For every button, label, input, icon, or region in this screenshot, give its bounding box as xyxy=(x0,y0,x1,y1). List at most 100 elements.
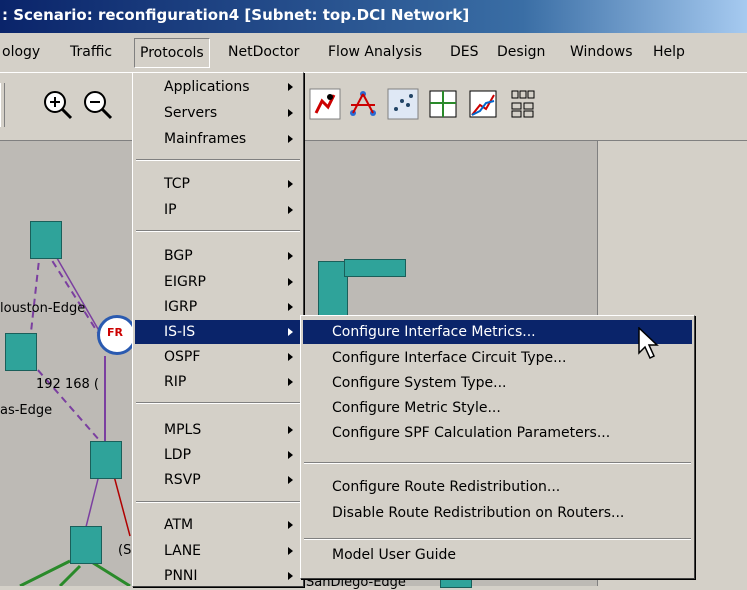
submenu-item-label: Configure SPF Calculation Parameters... xyxy=(332,425,611,441)
menu-item-label: OSPF xyxy=(164,349,201,365)
menu-item-label: ATM xyxy=(164,517,194,533)
menu-item-mainframes[interactable]: Mainframes xyxy=(135,127,301,151)
submenu-item-configure-interface-circuit-type[interactable]: Configure Interface Circuit Type... xyxy=(303,346,692,370)
menu-separator xyxy=(136,159,300,161)
submenu-arrow-icon xyxy=(288,521,293,529)
zoom-out-icon[interactable] xyxy=(80,87,114,121)
menu-item-lane[interactable]: LANE xyxy=(135,539,301,563)
submenu-item-configure-metric-style[interactable]: Configure Metric Style... xyxy=(303,396,692,420)
menu-item-tcp[interactable]: TCP xyxy=(135,172,301,196)
menu-item-label: IS-IS xyxy=(164,324,196,340)
submenu-item-configure-route-redistribution[interactable]: Configure Route Redistribution... xyxy=(303,475,692,499)
router-node[interactable] xyxy=(30,221,62,259)
submenu-arrow-icon xyxy=(288,303,293,311)
menu-design[interactable]: Design xyxy=(497,44,545,60)
frame-relay-icon[interactable]: FR xyxy=(97,315,137,355)
submenu-arrow-icon xyxy=(288,180,293,188)
submenu-item-disable-route-redistribution[interactable]: Disable Route Redistribution on Routers.… xyxy=(303,501,692,525)
menu-item-label: IGRP xyxy=(164,299,198,315)
menu-item-is-is[interactable]: IS-IS xyxy=(135,320,301,344)
menu-traffic[interactable]: Traffic xyxy=(70,44,112,60)
router-node[interactable] xyxy=(90,441,122,479)
menu-item-label: EIGRP xyxy=(164,274,206,290)
menu-item-igrp[interactable]: IGRP xyxy=(135,295,301,319)
menu-item-label: Servers xyxy=(164,105,218,121)
submenu-arrow-icon xyxy=(288,206,293,214)
menu-item-label: MPLS xyxy=(164,422,202,438)
menu-item-mpls[interactable]: MPLS xyxy=(135,418,301,442)
submenu-arrow-icon xyxy=(288,547,293,555)
menu-separator xyxy=(136,402,300,404)
submenu-item-configure-spf-calculation-parameters[interactable]: Configure SPF Calculation Parameters... xyxy=(303,421,692,445)
submenu-arrow-icon xyxy=(288,83,293,91)
menu-help[interactable]: Help xyxy=(653,44,685,60)
menu-item-rip[interactable]: RIP xyxy=(135,370,301,394)
zoom-in-icon[interactable] xyxy=(40,87,74,121)
submenu-item-label: Configure Metric Style... xyxy=(332,400,501,416)
menu-item-label: LANE xyxy=(164,543,202,559)
grid-view-icon[interactable] xyxy=(506,87,540,121)
menu-protocols[interactable]: Protocols xyxy=(134,38,210,68)
graph-icon[interactable] xyxy=(466,87,500,121)
menu-item-label: Applications xyxy=(164,79,250,95)
menu-separator xyxy=(136,501,300,503)
toolbar-grip xyxy=(0,83,5,127)
menu-item-label: RIP xyxy=(164,374,187,390)
menu-item-label: IP xyxy=(164,202,177,218)
run-simulation-icon[interactable] xyxy=(308,87,342,121)
menu-item-label: TCP xyxy=(164,176,190,192)
submenu-item-label: Configure Route Redistribution... xyxy=(332,479,561,495)
node-label-s: (S xyxy=(118,543,132,558)
menu-item-ldp[interactable]: LDP xyxy=(135,443,301,467)
submenu-item-label: Model User Guide xyxy=(332,547,456,563)
submenu-arrow-icon xyxy=(288,426,293,434)
toolbar xyxy=(0,72,747,141)
submenu-arrow-icon xyxy=(288,109,293,117)
statistics-icon[interactable] xyxy=(426,87,460,121)
submenu-item-configure-interface-metrics[interactable]: Configure Interface Metrics... xyxy=(303,320,692,344)
menu-item-label: BGP xyxy=(164,248,193,264)
menu-item-servers[interactable]: Servers xyxy=(135,101,301,125)
menu-item-ospf[interactable]: OSPF xyxy=(135,345,301,369)
title-bar: : Scenario: reconfiguration4 [Subnet: to… xyxy=(0,0,747,33)
menu-item-bgp[interactable]: BGP xyxy=(135,244,301,268)
mouse-cursor-icon xyxy=(638,327,659,360)
menu-item-rsvp[interactable]: RSVP xyxy=(135,468,301,492)
menu-des[interactable]: DES xyxy=(450,44,479,60)
menu-flow-analysis[interactable]: Flow Analysis xyxy=(328,44,422,60)
submenu-item-label: Configure Interface Circuit Type... xyxy=(332,350,567,366)
menu-item-ip[interactable]: IP xyxy=(135,198,301,222)
submenu-arrow-icon xyxy=(288,353,293,361)
menu-item-label: PNNI xyxy=(164,568,198,584)
menu-separator xyxy=(304,538,691,540)
router-node[interactable] xyxy=(5,333,37,371)
router-node[interactable] xyxy=(70,526,102,564)
menu-separator xyxy=(304,462,691,464)
protocols-menu: Applications Servers Mainframes TCP IP B… xyxy=(132,72,304,587)
link xyxy=(84,470,101,532)
link-green xyxy=(19,559,131,586)
submenu-item-label: Configure Interface Metrics... xyxy=(332,324,536,340)
menu-item-applications[interactable]: Applications xyxy=(135,75,301,99)
submenu-arrow-icon xyxy=(288,328,293,336)
submenu-arrow-icon xyxy=(288,252,293,260)
menu-windows[interactable]: Windows xyxy=(570,44,633,60)
link xyxy=(49,245,106,342)
menu-netdoctor[interactable]: NetDoctor xyxy=(228,44,299,60)
menu-item-atm[interactable]: ATM xyxy=(135,513,301,537)
routing-icon[interactable] xyxy=(346,87,380,121)
submenu-item-configure-system-type[interactable]: Configure System Type... xyxy=(303,371,692,395)
scatter-view-icon[interactable] xyxy=(386,87,420,121)
submenu-item-model-user-guide[interactable]: Model User Guide xyxy=(303,543,692,567)
menu-item-pnni[interactable]: PNNI xyxy=(135,564,301,588)
node-label-houston-edge: louston-Edge xyxy=(0,301,86,316)
link-dashed xyxy=(29,360,101,442)
menu-topology[interactable]: ology xyxy=(2,44,40,60)
menu-separator xyxy=(136,230,300,232)
frame-relay-label: FR xyxy=(107,326,123,339)
submenu-arrow-icon xyxy=(288,278,293,286)
menu-item-eigrp[interactable]: EIGRP xyxy=(135,270,301,294)
node-label-dallas-edge: as-Edge xyxy=(0,403,53,418)
server-node-top xyxy=(344,259,406,277)
node-label-ip: 192 168 ( xyxy=(36,377,99,392)
